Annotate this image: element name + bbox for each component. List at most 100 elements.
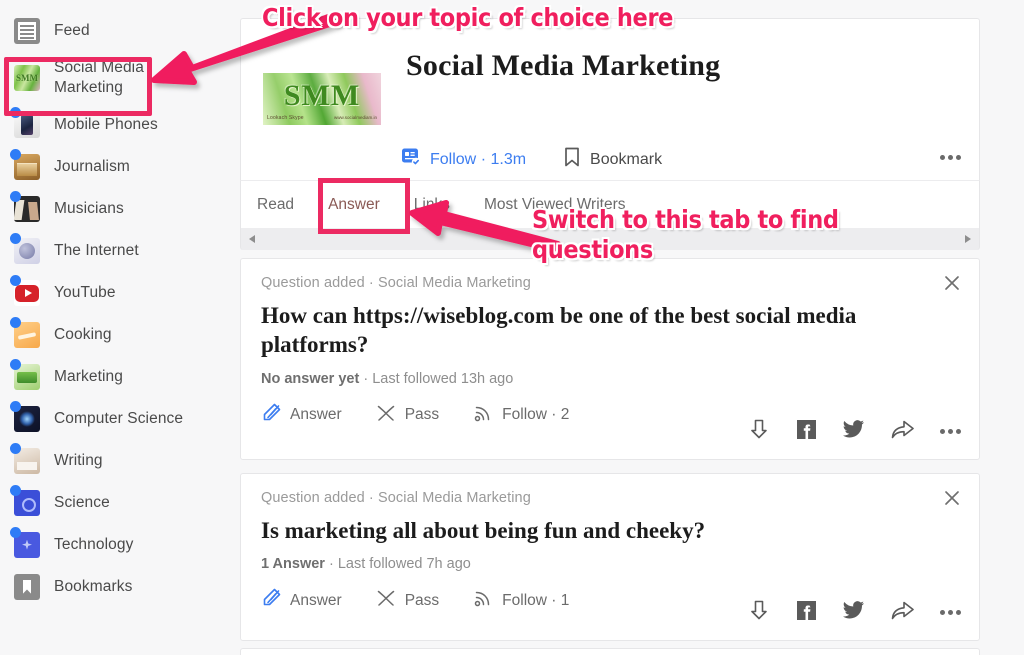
follow-question-label: Follow · 2 bbox=[502, 406, 570, 424]
follow-question-button[interactable]: Follow · 1 bbox=[473, 588, 569, 613]
sidebar-item-social-media-marketing[interactable]: Social Media Marketing bbox=[0, 52, 232, 104]
twitter-icon[interactable] bbox=[843, 600, 865, 625]
more-options-icon[interactable] bbox=[940, 155, 961, 160]
sidebar-item-bookmarks[interactable]: Bookmarks bbox=[0, 566, 232, 608]
follow-icon bbox=[401, 147, 421, 172]
topic-logo-image: SMM Lookach Skype www.socialmediam.in bbox=[263, 73, 381, 125]
sidebar-item-label: Bookmarks bbox=[54, 577, 133, 595]
sidebar-item-label: YouTube bbox=[54, 283, 116, 301]
facebook-icon[interactable] bbox=[796, 419, 817, 445]
pass-button[interactable]: Pass bbox=[376, 588, 439, 613]
topic-logo-text: SMM bbox=[283, 79, 361, 112]
pass-label: Pass bbox=[404, 591, 440, 609]
share-icon[interactable] bbox=[891, 419, 914, 445]
bookmark-label: Bookmark bbox=[590, 150, 663, 168]
journalism-icon bbox=[10, 148, 40, 180]
unread-dot bbox=[10, 106, 21, 118]
sidebar-item-label: Writing bbox=[54, 451, 103, 469]
answer-label: Answer bbox=[290, 406, 342, 424]
facebook-icon[interactable] bbox=[796, 600, 817, 626]
question-share-actions bbox=[722, 418, 961, 445]
rss-follow-icon bbox=[473, 403, 493, 428]
mobile-phones-icon bbox=[10, 106, 40, 138]
share-icon[interactable] bbox=[891, 600, 914, 626]
sidebar-item-science[interactable]: Science bbox=[0, 482, 232, 524]
sidebar-item-journalism[interactable]: Journalism bbox=[0, 146, 232, 188]
sidebar-item-label: Social Media Marketing bbox=[54, 59, 144, 96]
question-title[interactable]: How can https://wiseblog.com be one of t… bbox=[261, 301, 959, 360]
more-options-icon[interactable] bbox=[940, 610, 961, 615]
question-meta: Question added · Social Media Marketing bbox=[261, 275, 531, 291]
downvote-icon[interactable] bbox=[748, 418, 770, 445]
question-meta: Question added · Social Media Marketing bbox=[261, 490, 531, 506]
sidebar-item-label: The Internet bbox=[54, 241, 139, 259]
pass-button[interactable]: Pass bbox=[376, 403, 439, 428]
sidebar-item-label: Marketing bbox=[54, 367, 123, 385]
sidebar-item-label: Mobile Phones bbox=[54, 115, 158, 133]
page-root: Feed Social Media Marketing Mobile Phone… bbox=[0, 0, 1024, 655]
youtube-icon bbox=[10, 274, 40, 306]
follow-question-label: Follow · 1 bbox=[502, 591, 570, 609]
unread-dot bbox=[10, 232, 21, 244]
unread-dot bbox=[10, 484, 21, 496]
sidebar-item-the-internet[interactable]: The Internet bbox=[0, 230, 232, 272]
horizontal-scrollbar[interactable] bbox=[240, 228, 980, 250]
topic-actions-row: Follow · 1.3m Bookmark bbox=[401, 147, 662, 172]
answer-button[interactable]: Answer bbox=[261, 403, 342, 428]
sidebar-item-label: Cooking bbox=[54, 325, 112, 343]
question-card-partial bbox=[240, 648, 980, 655]
tab-answer[interactable]: Answer bbox=[328, 196, 380, 214]
close-icon[interactable] bbox=[943, 274, 961, 292]
sidebar-item-marketing[interactable]: Marketing bbox=[0, 356, 232, 398]
scroll-left-arrow-icon[interactable] bbox=[249, 235, 255, 243]
question-share-actions bbox=[722, 599, 961, 626]
tab-most-viewed-writers[interactable]: Most Viewed Writers bbox=[484, 196, 626, 214]
question-card: Question added · Social Media Marketing … bbox=[240, 473, 980, 641]
question-status: 1 Answer · Last followed 7h ago bbox=[261, 556, 471, 573]
pass-icon bbox=[376, 403, 396, 428]
topic-logo-subtext-right: www.socialmediam.in bbox=[333, 115, 377, 120]
sidebar-item-youtube[interactable]: YouTube bbox=[0, 272, 232, 314]
unread-dot bbox=[10, 190, 21, 202]
unread-dot bbox=[10, 148, 21, 160]
close-icon[interactable] bbox=[943, 489, 961, 507]
pencil-icon bbox=[261, 588, 281, 613]
question-title[interactable]: Is marketing all about being fun and che… bbox=[261, 516, 959, 545]
question-card: Question added · Social Media Marketing … bbox=[240, 258, 980, 460]
unread-dot bbox=[10, 274, 21, 286]
topic-tabs: Read Answer Links Most Viewed Writers bbox=[240, 180, 980, 228]
sidebar-item-feed[interactable]: Feed bbox=[0, 10, 232, 52]
tab-links[interactable]: Links bbox=[414, 196, 450, 214]
bookmark-icon bbox=[564, 147, 580, 172]
internet-icon bbox=[10, 232, 40, 264]
follow-label: Follow · 1.3m bbox=[430, 150, 527, 168]
unread-dot bbox=[10, 526, 21, 538]
sidebar-item-writing[interactable]: Writing bbox=[0, 440, 232, 482]
follow-topic-button[interactable]: Follow · 1.3m bbox=[401, 147, 526, 172]
technology-icon bbox=[10, 526, 40, 558]
unread-dot bbox=[10, 442, 21, 454]
bookmarks-icon bbox=[14, 573, 40, 600]
twitter-icon[interactable] bbox=[843, 419, 865, 444]
pencil-icon bbox=[261, 403, 281, 428]
downvote-icon[interactable] bbox=[748, 599, 770, 626]
computer-science-icon bbox=[10, 400, 40, 432]
science-icon bbox=[10, 484, 40, 516]
sidebar-item-musicians[interactable]: Musicians bbox=[0, 188, 232, 230]
sidebar-item-label: Technology bbox=[54, 535, 134, 553]
rss-follow-icon bbox=[473, 588, 493, 613]
sidebar: Feed Social Media Marketing Mobile Phone… bbox=[0, 0, 232, 655]
bookmark-button[interactable]: Bookmark bbox=[564, 147, 662, 172]
sidebar-item-technology[interactable]: Technology bbox=[0, 524, 232, 566]
follow-question-button[interactable]: Follow · 2 bbox=[473, 403, 569, 428]
sidebar-item-label: Journalism bbox=[54, 157, 130, 175]
answer-button[interactable]: Answer bbox=[261, 588, 342, 613]
tab-read[interactable]: Read bbox=[257, 196, 294, 214]
sidebar-item-cooking[interactable]: Cooking bbox=[0, 314, 232, 356]
scroll-right-arrow-icon[interactable] bbox=[965, 235, 971, 243]
more-options-icon[interactable] bbox=[940, 429, 961, 434]
sidebar-item-mobile-phones[interactable]: Mobile Phones bbox=[0, 104, 232, 146]
sidebar-item-computer-science[interactable]: Computer Science bbox=[0, 398, 232, 440]
unread-dot bbox=[10, 316, 21, 328]
unread-dot bbox=[10, 400, 21, 412]
